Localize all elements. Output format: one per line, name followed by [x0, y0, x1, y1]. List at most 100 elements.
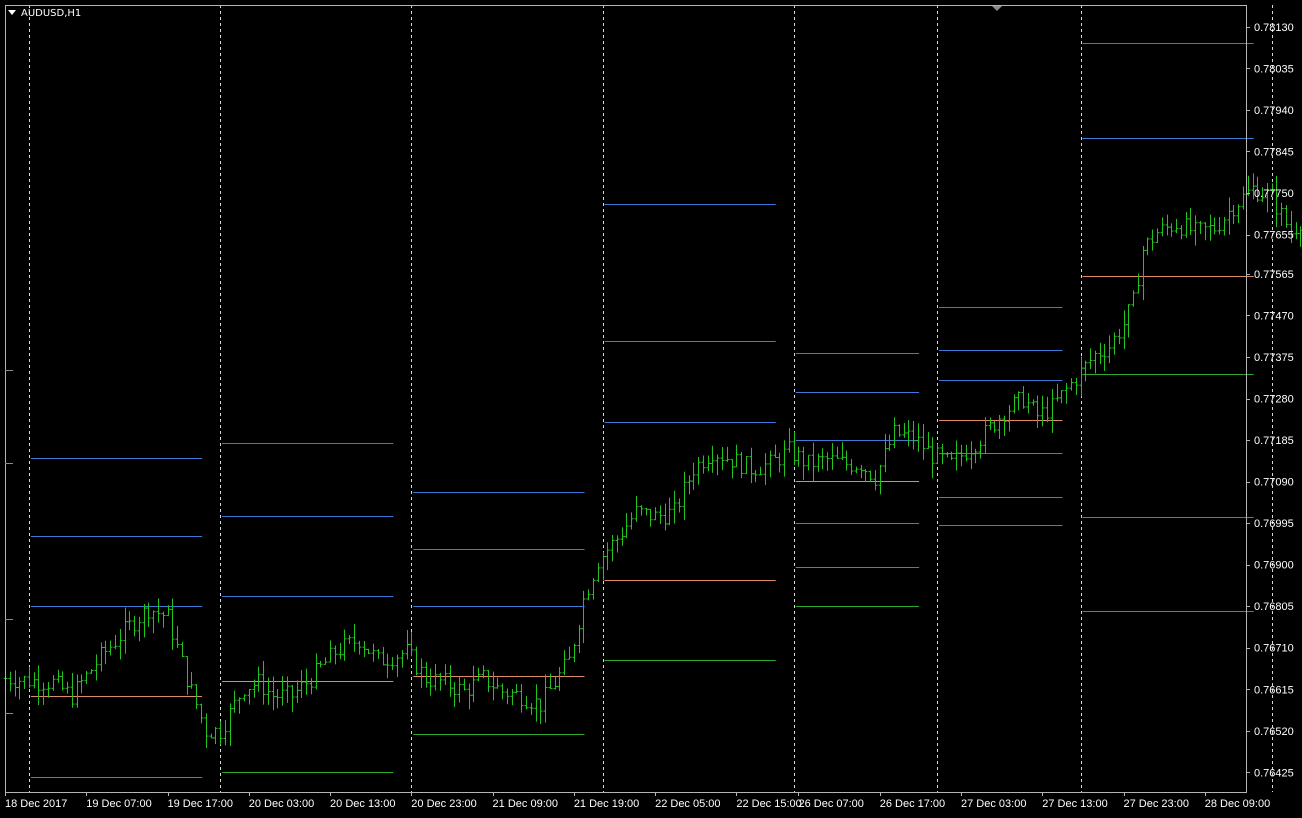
ohlc-bar — [992, 421, 997, 433]
ohlc-bar — [204, 713, 209, 749]
ohlc-bar — [615, 535, 620, 553]
ohlc-bar — [844, 450, 849, 471]
x-tick-label: 20 Dec 13:00 — [330, 798, 395, 810]
ohlc-bar — [65, 681, 70, 694]
ohlc-bar — [471, 665, 476, 703]
x-tick-label: 21 Dec 09:00 — [493, 798, 558, 810]
ohlc-bar — [1107, 335, 1112, 364]
y-tick-label: 0.76520 — [1254, 726, 1294, 738]
ohlc-bar — [859, 464, 864, 479]
ohlc-bar — [314, 653, 319, 690]
ohlc-bar — [137, 616, 142, 642]
ohlc-bar — [1117, 328, 1122, 345]
ohlc-bar — [1083, 360, 1088, 382]
ohlc-bar — [644, 507, 649, 516]
x-tick-label: 19 Dec 17:00 — [168, 798, 233, 810]
ohlc-bar — [1102, 344, 1107, 371]
ohlc-bar — [261, 660, 266, 705]
ohlc-bar — [1222, 217, 1227, 236]
ohlc-bar — [691, 462, 696, 490]
ohlc-bar — [1122, 310, 1127, 350]
y-tick-label: 0.77470 — [1254, 310, 1294, 322]
ohlc-bar — [734, 444, 739, 468]
ohlc-bar — [816, 453, 821, 472]
ohlc-bar — [156, 598, 161, 623]
x-tick-label: 21 Dec 19:00 — [574, 798, 639, 810]
ohlc-bar — [1227, 197, 1232, 235]
session-separators — [29, 5, 1273, 792]
ohlc-bar — [1169, 223, 1174, 237]
y-tick-label: 0.76710 — [1254, 643, 1294, 655]
ohlc-bar — [185, 656, 190, 695]
ohlc-bar — [79, 674, 84, 694]
ohlc-bar — [1016, 391, 1021, 411]
ohlc-bar — [228, 703, 233, 746]
ohlc-bar — [338, 642, 343, 660]
ohlc-bar — [763, 453, 768, 485]
ohlc-bar — [342, 629, 347, 661]
ohlc-bar — [1212, 217, 1217, 235]
ohlc-bar — [1155, 228, 1160, 244]
symbol-title[interactable]: AUDUSD,H1 — [8, 8, 81, 19]
ohlc-bar — [1079, 356, 1084, 397]
ohlc-bar — [534, 684, 539, 722]
ohlc-bar — [1165, 214, 1170, 236]
ohlc-bar — [347, 634, 352, 645]
y-tick-label: 0.77940 — [1254, 105, 1294, 117]
ohlc-bar — [1174, 218, 1179, 234]
ohlc-bar — [60, 671, 65, 691]
ohlc-bar — [1031, 399, 1036, 406]
ohlc-bar — [629, 512, 634, 530]
ohlc-bar — [1145, 237, 1150, 256]
x-tick-label: 27 Dec 23:00 — [1124, 798, 1189, 810]
y-tick-label: 0.78035 — [1254, 63, 1294, 75]
chart-window[interactable]: 0.78130 0.78035 0.77940 0.77845 0.77750 0.776… — [0, 0, 1302, 818]
ohlc-bar — [605, 542, 610, 571]
ohlc-bar — [973, 448, 978, 464]
price-chart[interactable]: 0.78130 0.78035 0.77940 0.77845 0.77750 0.776… — [0, 0, 1302, 818]
ohlc-bar — [1179, 225, 1184, 240]
ohlc-bar — [715, 454, 720, 476]
ohlc-bar — [476, 667, 481, 682]
ohlc-bar — [1131, 290, 1136, 307]
ohlc-bar — [624, 512, 629, 539]
ohlc-bar — [811, 442, 816, 482]
ohlc-bar — [1198, 220, 1203, 234]
ohlc-bar — [1088, 348, 1093, 370]
ohlc-bar — [22, 675, 27, 690]
ohlc-bar — [682, 471, 687, 520]
ohlc-bar — [873, 470, 878, 491]
ohlc-bar — [777, 452, 782, 473]
ohlc-bar — [1184, 212, 1189, 238]
x-tick-label: 22 Dec 15:00 — [736, 798, 801, 810]
ohlc-bar — [658, 505, 663, 524]
y-tick-label: 0.77655 — [1254, 230, 1294, 242]
ohlc-bar — [1246, 175, 1251, 196]
ohlc-bar — [218, 721, 223, 745]
ohlc-bars — [3, 173, 1302, 749]
ohlc-bar — [51, 675, 56, 691]
ohlc-bar — [237, 697, 242, 714]
ohlc-bar — [677, 498, 682, 513]
ohlc-bar — [514, 684, 519, 694]
ohlc-bar — [405, 629, 410, 660]
ohlc-bar — [830, 443, 835, 470]
ohlc-bar — [132, 616, 137, 637]
ohlc-bar — [706, 455, 711, 472]
ohlc-bar — [1126, 304, 1131, 338]
ohlc-bar — [538, 698, 543, 724]
ohlc-bar — [586, 589, 591, 601]
ohlc-bar — [758, 466, 763, 476]
ohlc-bar — [639, 505, 644, 516]
ohlc-bar — [562, 650, 567, 676]
ohlc-bar — [892, 417, 897, 449]
ohlc-bar — [495, 677, 500, 689]
ohlc-bar — [548, 673, 553, 690]
ohlc-bar — [529, 703, 534, 715]
ohlc-bar — [840, 442, 845, 460]
chevron-down-icon[interactable] — [8, 10, 16, 15]
ohlc-bar — [519, 684, 524, 713]
symbol-label: AUDUSD,H1 — [21, 8, 82, 19]
ohlc-bar — [189, 672, 194, 689]
y-tick-label: 0.78130 — [1254, 22, 1294, 34]
